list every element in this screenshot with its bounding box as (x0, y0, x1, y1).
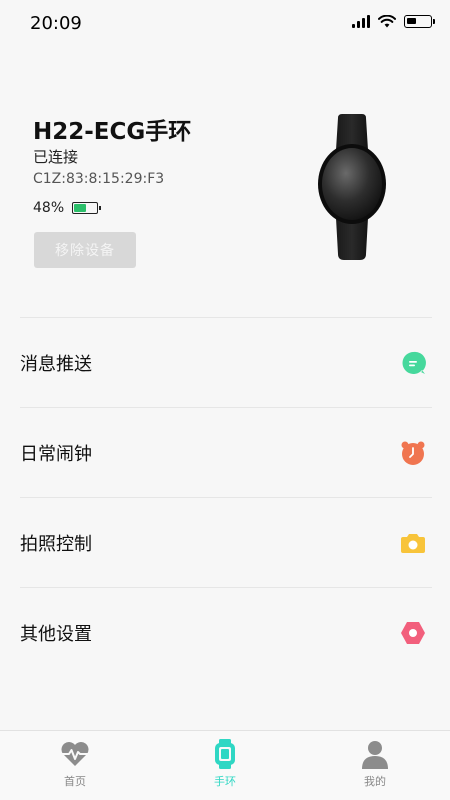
status-bar: 20:09 (0, 0, 450, 50)
device-mac-address: C1Z:83:8:15:29:F3 (33, 171, 165, 187)
menu-item-message-push[interactable]: 消息推送 (20, 317, 432, 407)
camera-icon (400, 530, 426, 556)
menu-item-label: 消息推送 (20, 353, 92, 375)
menu-item-other-settings[interactable]: 其他设置 (20, 587, 432, 677)
tab-label: 手环 (214, 775, 236, 788)
remove-device-button[interactable]: 移除设备 (34, 232, 136, 268)
settings-menu: 消息推送 日常闹钟 拍照控制 其他设置 (20, 317, 432, 677)
tab-label: 首页 (64, 775, 86, 788)
wifi-icon (378, 15, 396, 28)
alarm-clock-icon (400, 440, 426, 466)
cellular-signal-icon (352, 15, 370, 28)
device-battery-row: 48% (33, 200, 102, 216)
tab-profile[interactable]: 我的 (300, 731, 450, 800)
status-icons (352, 15, 435, 28)
menu-item-daily-alarm[interactable]: 日常闹钟 (20, 407, 432, 497)
device-card: H22-ECG手环 已连接 C1Z:83:8:15:29:F3 48% 移除设备 (0, 100, 450, 300)
status-time: 20:09 (30, 13, 82, 34)
menu-item-camera-control[interactable]: 拍照控制 (20, 497, 432, 587)
menu-item-label: 日常闹钟 (20, 443, 92, 465)
tab-band[interactable]: 手环 (150, 731, 300, 800)
connection-status: 已连接 (33, 148, 79, 166)
message-icon (400, 350, 426, 376)
hexagon-settings-icon (400, 620, 426, 646)
person-icon (359, 739, 391, 769)
device-battery-percent: 48% (33, 200, 65, 216)
smart-band-image (318, 114, 386, 260)
tab-label: 我的 (364, 775, 386, 788)
menu-item-label: 其他设置 (20, 623, 92, 645)
watch-icon (209, 739, 241, 769)
tab-home[interactable]: 首页 (0, 731, 150, 800)
bottom-tab-bar: 首页 手环 我的 (0, 730, 450, 800)
phone-battery-icon (404, 15, 435, 28)
heart-pulse-icon (59, 739, 91, 769)
menu-item-label: 拍照控制 (20, 533, 92, 555)
device-battery-icon (72, 202, 102, 214)
device-name: H22-ECG手环 (33, 119, 192, 145)
